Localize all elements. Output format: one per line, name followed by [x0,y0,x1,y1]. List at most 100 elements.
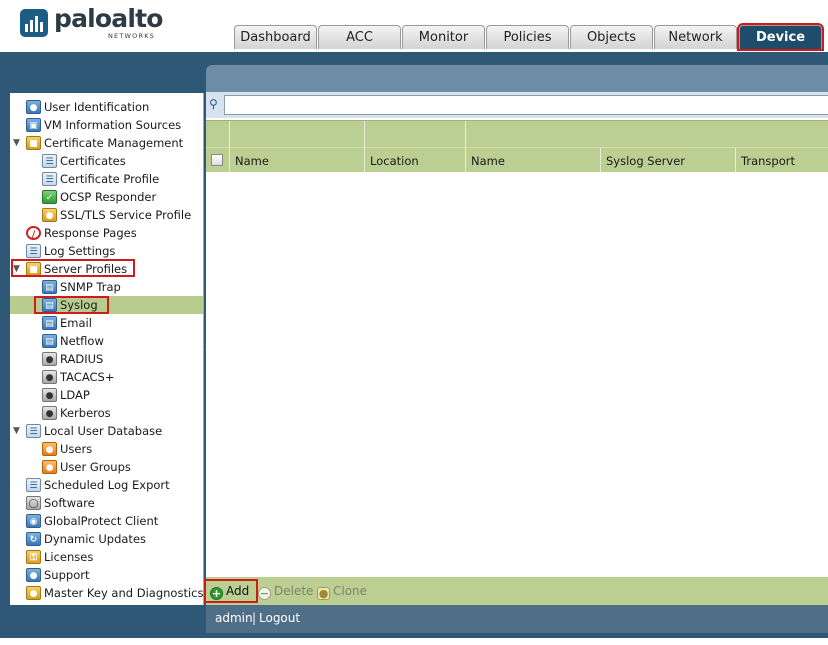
column-header-server-name[interactable]: Name [466,147,601,173]
sidebar-item-label: Email [60,316,92,330]
sidebar-item-label: Local User Database [44,424,163,438]
sidebar-item-users[interactable]: ● Users [10,440,203,458]
sidebar-item-label: Log Settings [44,244,116,258]
column-header-name[interactable]: Name [230,147,365,173]
clone-icon: ● [317,587,330,600]
sidebar-item-scheduled-log-export[interactable]: ☰ Scheduled Log Export [10,476,203,494]
expand-triangle-icon[interactable]: ▼ [13,134,23,152]
add-button[interactable]: + Add [210,581,249,601]
sidebar-item-kerberos[interactable]: ● Kerberos [10,404,203,422]
clone-button[interactable]: ● Clone [317,581,367,601]
sidebar-item-label: User Groups [60,460,131,474]
sidebar-item-log-settings[interactable]: ☰ Log Settings [10,242,203,260]
sidebar-item-label: Certificate Management [44,136,184,150]
sidebar-item-label: Master Key and Diagnostics [44,586,204,600]
sidebar-item-local-user-database[interactable]: ▼ ☰ Local User Database [10,422,203,440]
software-icon: ◯ [26,496,41,510]
grid-header-group-servers [466,121,828,147]
tab-network[interactable]: Network [654,25,737,49]
sidebar-item-label: OCSP Responder [60,190,157,204]
sidebar-item-dynamic-updates[interactable]: ↻ Dynamic Updates [10,530,203,548]
sidebar-item-label: LDAP [60,388,90,402]
expand-triangle-icon[interactable]: ▼ [13,260,23,278]
grid-header-group-location [365,121,466,147]
sidebar-item-syslog[interactable]: ▤ Syslog [10,296,203,314]
certificate-icon: ☰ [42,154,57,168]
search-icon[interactable]: ⚲ [209,97,223,111]
sidebar-item-response-pages[interactable]: ∕ Response Pages [10,224,203,242]
panel-header [206,65,828,92]
sidebar-item-software[interactable]: ◯ Software [10,494,203,512]
add-label: Add [226,584,250,598]
sidebar-item-licenses[interactable]: ⚿ Licenses [10,548,203,566]
globalprotect-icon: ◉ [26,514,41,528]
sidebar-item-ldap[interactable]: ● LDAP [10,386,203,404]
lock-icon: ● [42,208,57,222]
sidebar-item-vm-information-sources[interactable]: ▣ VM Information Sources [10,116,203,134]
tab-objects[interactable]: Objects [570,25,653,49]
bottom-strip [0,638,828,645]
sidebar-item-user-groups[interactable]: ● User Groups [10,458,203,476]
local-user-database-icon: ☰ [26,424,41,438]
app-header: paloalto NETWORKS Dashboard ACC Monitor … [0,0,828,52]
filter-bar: ⚲ [206,92,828,118]
sidebar-item-user-identification[interactable]: ● User Identification [10,98,203,116]
sidebar-item-label: User Identification [44,100,150,114]
column-header-transport[interactable]: Transport [736,147,828,173]
sidebar-item-label: Certificate Profile [60,172,160,186]
sidebar-item-ssl-tls-service-profile[interactable]: ● SSL/TLS Service Profile [10,206,203,224]
grid-header-group-name [230,121,365,147]
sidebar-item-snmp-trap[interactable]: ▤ SNMP Trap [10,278,203,296]
support-icon: ● [26,568,41,582]
select-all-checkbox[interactable] [211,154,223,166]
sidebar-item-label: Dynamic Updates [44,532,147,546]
tab-monitor[interactable]: Monitor [402,25,485,49]
sidebar-item-label: Certificates [60,154,126,168]
delete-label: Delete [274,584,314,598]
radius-icon: ● [42,352,57,366]
logout-link[interactable]: Logout [259,611,300,625]
syslog-icon: ▤ [42,298,57,312]
current-user: admin [215,611,253,625]
master-key-lock-icon: ● [26,586,41,600]
expand-triangle-icon[interactable]: ▼ [13,422,23,440]
sidebar-item-master-key-and-diagnostics[interactable]: ● Master Key and Diagnostics [10,584,204,602]
ocsp-responder-icon: ✓ [42,190,57,204]
sidebar-item-certificates[interactable]: ☰ Certificates [10,152,203,170]
tab-acc[interactable]: ACC [318,25,401,49]
filter-input[interactable] [224,95,828,115]
status-footer: admin | Logout [206,605,828,633]
sidebar-item-certificate-management[interactable]: ▼ ■ Certificate Management [10,134,203,152]
sidebar-item-server-profiles[interactable]: ▼ ■ Server Profiles [10,260,203,278]
brand-name: paloalto [54,4,163,33]
logo-bars-icon [20,9,48,37]
column-header-syslog-server[interactable]: Syslog Server [601,147,736,173]
tab-device[interactable]: Device [737,23,824,51]
tab-dashboard[interactable]: Dashboard [234,25,317,49]
sidebar-item-radius[interactable]: ● RADIUS [10,350,203,368]
add-icon: + [210,587,223,600]
scheduled-export-icon: ☰ [26,478,41,492]
sidebar-item-tacacs[interactable]: ● TACACS+ [10,368,203,386]
grid-body [206,172,828,577]
sidebar-item-email[interactable]: ▤ Email [10,314,203,332]
tab-policies[interactable]: Policies [486,25,569,49]
netflow-icon: ▤ [42,334,57,348]
dynamic-updates-icon: ↻ [26,532,41,546]
key-icon: ⚿ [26,550,41,564]
kerberos-icon: ● [42,406,57,420]
sidebar-item-ocsp-responder[interactable]: ✓ OCSP Responder [10,188,203,206]
column-header-location[interactable]: Location [365,147,466,173]
sidebar-item-globalprotect-client[interactable]: ◉ GlobalProtect Client [10,512,203,530]
log-settings-icon: ☰ [26,244,41,258]
user-icon: ● [42,442,57,456]
sidebar-item-label: VM Information Sources [44,118,182,132]
sidebar-item-netflow[interactable]: ▤ Netflow [10,332,203,350]
email-icon: ▤ [42,316,57,330]
sidebar-item-label: Users [60,442,93,456]
sidebar-item-certificate-profile[interactable]: ☰ Certificate Profile [10,170,203,188]
delete-button[interactable]: − Delete [258,581,313,601]
sidebar-item-label: Licenses [44,550,94,564]
sidebar-item-label: Support [44,568,90,582]
sidebar-item-support[interactable]: ● Support [10,566,203,584]
